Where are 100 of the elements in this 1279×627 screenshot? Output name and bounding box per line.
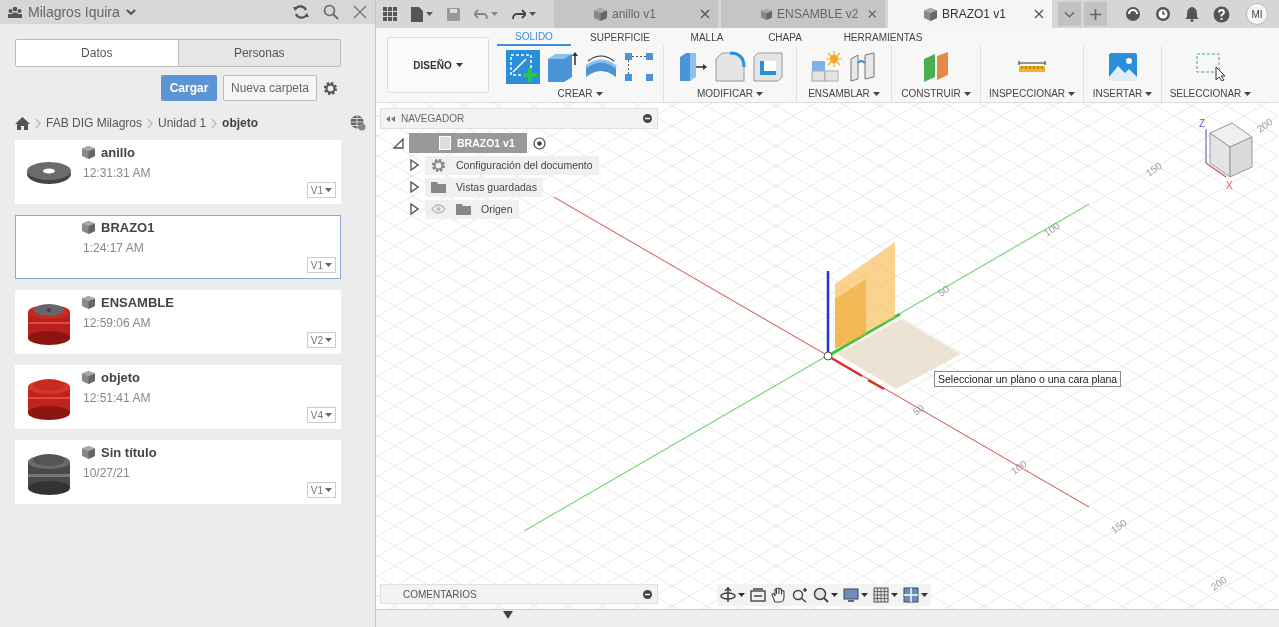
settings-icon	[431, 157, 446, 173]
pattern-icon[interactable]	[624, 52, 654, 82]
zoom-window-button[interactable]	[813, 587, 838, 603]
workspace-menu-button[interactable]: DISEÑO	[387, 37, 489, 93]
file-time: 12:31:31 AM	[83, 166, 152, 180]
playhead-marker-icon	[503, 611, 513, 619]
new-tab-button[interactable]	[1084, 2, 1107, 26]
file-icon[interactable]	[411, 6, 423, 22]
version-dropdown[interactable]: V4	[306, 407, 336, 423]
tool-group-menu[interactable]: CONSTRUIR	[901, 88, 971, 99]
version-dropdown[interactable]: V1	[306, 482, 336, 498]
view-cube-drawing[interactable]: Z X	[1196, 115, 1254, 193]
new-folder-button[interactable]: Nueva carpeta	[223, 75, 317, 101]
viewports-button[interactable]	[903, 587, 928, 603]
chevron-right-icon	[211, 117, 218, 129]
image-icon[interactable]	[1108, 53, 1137, 81]
cube-icon	[82, 221, 95, 234]
breadcrumb-link[interactable]: objeto	[222, 116, 259, 130]
home-icon[interactable]	[15, 116, 30, 130]
document-tab[interactable]: anillo v1	[554, 0, 718, 28]
ribbon-tab[interactable]: SUPERFICIE	[571, 28, 669, 46]
zoom-button[interactable]	[792, 587, 808, 603]
fillet-icon[interactable]	[714, 51, 746, 83]
chevron-down-icon[interactable]	[125, 9, 136, 15]
expand-triangle-icon[interactable]	[410, 203, 419, 215]
close-icon[interactable]	[1034, 9, 1044, 19]
pan-hand-button[interactable]	[771, 587, 787, 603]
chevron-right-icon	[147, 117, 154, 129]
version-dropdown[interactable]: V1	[306, 257, 336, 273]
apps-grid-icon[interactable]	[383, 7, 397, 21]
refresh-icon[interactable]	[293, 5, 309, 19]
close-icon[interactable]	[868, 9, 877, 19]
display-settings-button[interactable]	[843, 587, 868, 603]
selection-box-icon[interactable]	[1195, 53, 1226, 81]
caret-icon	[325, 488, 332, 492]
breadcrumb-link[interactable]: Unidad 1	[158, 116, 207, 130]
tab-label: ENSAMBLE v2	[777, 7, 859, 21]
minimize-icon[interactable]	[643, 114, 652, 123]
file-card[interactable]: objeto 12:51:41 AM V4	[15, 365, 341, 429]
help-icon[interactable]	[1213, 5, 1230, 23]
file-card[interactable]: anillo 12:31:31 AM V1	[15, 140, 341, 204]
redo-icon[interactable]	[512, 8, 526, 20]
document-tab[interactable]: BRAZO1 v1	[888, 0, 1052, 28]
activate-radio-icon[interactable]	[532, 136, 546, 150]
caret-icon	[529, 12, 536, 16]
look-at-button[interactable]	[750, 587, 766, 603]
expand-triangle-icon[interactable]	[410, 159, 419, 171]
extrude-icon[interactable]	[546, 51, 578, 83]
close-icon[interactable]	[700, 9, 710, 19]
tool-group-menu[interactable]: SELECCIONAR	[1169, 88, 1252, 99]
axis-label: 100	[1008, 458, 1029, 477]
orbit-button[interactable]	[720, 587, 745, 603]
caret-icon	[861, 593, 868, 597]
version-dropdown[interactable]: V1	[306, 182, 336, 198]
display-settings-icon	[843, 587, 859, 603]
caret-icon	[1145, 91, 1153, 96]
add-comment-icon[interactable]	[643, 589, 652, 599]
file-time: 10/27/21	[83, 466, 131, 480]
tool-group-menu[interactable]: ENSAMBLAR	[808, 88, 880, 99]
tree-item[interactable]: Origen	[425, 199, 519, 219]
tree-item[interactable]: Configuración del documento	[425, 155, 599, 175]
caret-icon	[756, 91, 764, 96]
tool-group-menu[interactable]: MODIFICAR	[696, 88, 764, 99]
ruler-icon[interactable]	[1018, 59, 1046, 75]
expand-triangle-icon[interactable]	[410, 181, 419, 193]
settings-icon[interactable]	[323, 80, 338, 96]
job-status-icon[interactable]	[1155, 6, 1171, 22]
tree-item[interactable]: Vistas guardadas	[425, 177, 543, 197]
file-name: Sin título	[101, 445, 157, 460]
close-icon[interactable]	[353, 5, 367, 19]
grid-button[interactable]	[873, 587, 898, 603]
ribbon-tab[interactable]: CHAPA	[745, 28, 825, 46]
file-time: 12:59:06 AM	[83, 316, 152, 330]
ribbon-tab[interactable]: HERRAMIENTAS	[825, 28, 941, 46]
file-card[interactable]: Sin título 10/27/21 V1	[15, 440, 341, 504]
file-card[interactable]: BRAZO1 1:24:17 AM V1	[15, 215, 341, 279]
collapse-panel-icon[interactable]	[386, 115, 395, 122]
panel-tab[interactable]: Datos	[16, 40, 178, 66]
tool-group-menu[interactable]: INSPECCIONAR	[988, 88, 1076, 99]
caret-icon	[491, 12, 498, 16]
sketch-icon[interactable]	[506, 50, 540, 84]
notification-bell-icon[interactable]	[1185, 6, 1199, 22]
construction-plane-icon[interactable]	[921, 51, 951, 83]
axis-label: 100	[1041, 220, 1062, 239]
shell-icon[interactable]	[752, 51, 784, 83]
breadcrumb-link[interactable]: FAB DIG Milagros	[46, 116, 143, 130]
ribbon-tab[interactable]: MALLA	[669, 28, 745, 46]
extensions-icon[interactable]	[1125, 6, 1141, 22]
search-icon[interactable]	[323, 4, 339, 20]
user-avatar[interactable]: MI	[1246, 3, 1268, 25]
tool-group-menu[interactable]: CREAR	[557, 88, 603, 99]
tool-group-menu[interactable]: INSERTAR	[1092, 88, 1153, 99]
file-card[interactable]: ENSAMBLE 12:59:06 AM V2	[15, 290, 341, 354]
panel-tab[interactable]: Personas	[177, 40, 340, 66]
globe-icon[interactable]	[350, 115, 366, 131]
collapse-triangle-icon[interactable]	[393, 137, 404, 149]
version-dropdown[interactable]: V2	[306, 332, 336, 348]
joint-icon[interactable]	[848, 51, 878, 83]
caret-icon	[963, 91, 971, 96]
file-time: 12:51:41 AM	[83, 391, 152, 405]
